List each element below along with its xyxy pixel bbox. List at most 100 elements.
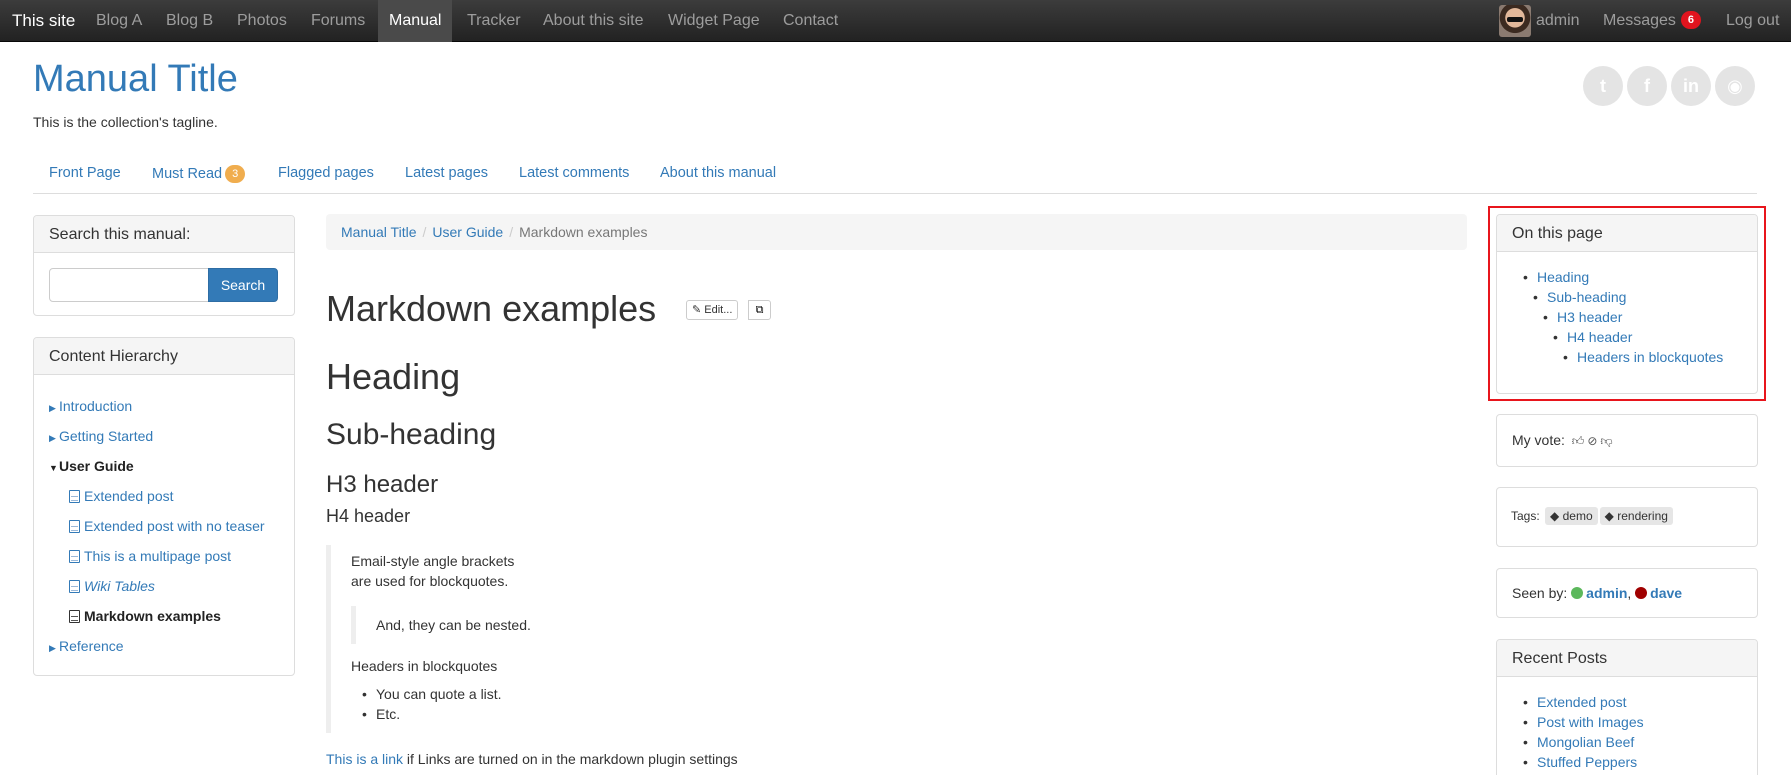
edit-button[interactable]: ✎ Edit... (686, 300, 739, 320)
facebook-icon[interactable]: f (1627, 66, 1667, 106)
recent-post-item[interactable]: Stuffed Peppers (1523, 754, 1637, 770)
tag-icon: ◆ (1604, 509, 1614, 523)
nav-blog-b[interactable]: Blog B (166, 0, 213, 42)
tree-item-label: Reference (59, 638, 124, 654)
tag-icon: ◆ (1550, 509, 1560, 523)
tag-rendering[interactable]: ◆ rendering (1599, 507, 1673, 525)
recent-post-item[interactable]: Mongolian Beef (1523, 734, 1634, 750)
seen-user-dave[interactable]: dave (1650, 585, 1682, 601)
twitter-icon[interactable]: t (1583, 66, 1623, 106)
tree-item-markdown-examples[interactable]: Markdown examples (69, 608, 221, 624)
document-icon (69, 490, 80, 503)
tree-item-label: Markdown examples (84, 608, 221, 624)
copy-button[interactable]: ⧉ (748, 300, 771, 320)
tree-item-reference[interactable]: ▶ Reference (49, 638, 124, 654)
document-icon (69, 580, 80, 593)
caret-right-icon: ▶ (49, 403, 56, 413)
heading-h3: H3 header (326, 471, 439, 498)
breadcrumb: Manual Title / User Guide / Markdown example… (326, 214, 1467, 250)
vote-label: My vote: (1512, 432, 1565, 448)
heading-h1: Heading (326, 356, 461, 397)
heading-h2: Sub-heading (326, 418, 497, 451)
vote-panel: My vote: 👍︎ ⊘ 👎︎ (1496, 414, 1758, 467)
tag-demo[interactable]: ◆ demo (1545, 507, 1598, 525)
nav-contact[interactable]: Contact (783, 0, 838, 42)
search-panel: Search this manual: Search (33, 215, 295, 316)
tree-item-label: Wiki Tables (84, 578, 155, 594)
thumbs-down-icon[interactable]: 👎︎ (1600, 434, 1612, 449)
nav-tracker[interactable]: Tracker (467, 0, 521, 42)
search-input[interactable] (49, 268, 209, 302)
nav-blog-a[interactable]: Blog A (96, 0, 142, 42)
subnav-latest-pages[interactable]: Latest pages (405, 165, 488, 181)
document-icon (69, 520, 80, 533)
breadcrumb-separator: / (509, 224, 514, 240)
nav-widget-page[interactable]: Widget Page (668, 0, 760, 42)
article-title: Markdown examples (326, 288, 657, 329)
caret-right-icon: ▶ (49, 643, 56, 653)
breadcrumb-manual-title[interactable]: Manual Title (341, 224, 416, 240)
subnav-latest-comments[interactable]: Latest comments (519, 165, 629, 181)
avatar[interactable] (1499, 5, 1531, 37)
messages-count-badge: 6 (1680, 11, 1701, 29)
messages-link[interactable]: Messages 6 (1603, 0, 1701, 42)
vote-row: My vote: 👍︎ ⊘ 👎︎ (1512, 432, 1613, 449)
messages-label: Messages (1603, 12, 1676, 29)
subnav-about-manual[interactable]: About this manual (660, 165, 776, 181)
linkedin-icon[interactable]: in (1671, 66, 1711, 106)
breadcrumb-user-guide[interactable]: User Guide (432, 224, 503, 240)
blockquote-line-1: Email-style angle brackets (351, 553, 515, 569)
subnav-front-page[interactable]: Front Page (49, 165, 121, 181)
thumbs-up-icon[interactable]: 👍︎ (1572, 434, 1585, 449)
user-menu-link[interactable]: admin (1536, 0, 1580, 42)
blockquote-list-item: You can quote a list. (362, 686, 502, 702)
highlight-box (1488, 206, 1766, 401)
link-paragraph: This is a link if Links are turned on in… (326, 751, 738, 767)
nav-about-site[interactable]: About this site (543, 0, 644, 42)
blockquote-list-item: Etc. (362, 706, 400, 722)
tree-item-user-guide[interactable]: ▼User Guide (49, 458, 134, 474)
tree-item-multipage-post[interactable]: This is a multipage post (69, 548, 231, 564)
heading-h4: H4 header (326, 506, 411, 526)
github-icon[interactable]: ◉ (1715, 66, 1755, 106)
nested-blockquote-text: And, they can be nested. (376, 617, 531, 633)
blockquote-heading: Headers in blockquotes (351, 658, 498, 674)
tree-item-getting-started[interactable]: ▶ Getting Started (49, 428, 153, 444)
tree-item-extended-post-no-teaser[interactable]: Extended post with no teaser (69, 518, 265, 534)
subnav-flagged-pages[interactable]: Flagged pages (278, 165, 374, 181)
document-icon (69, 610, 80, 623)
tagline: This is the collection's tagline. (33, 114, 218, 130)
neutral-vote-icon[interactable]: ⊘ (1587, 434, 1597, 448)
offline-status-dot (1635, 587, 1648, 599)
tree-item-label: This is a multipage post (84, 548, 232, 564)
tree-item-label: Getting Started (59, 428, 154, 444)
copy-icon: ⧉ (755, 304, 764, 316)
nav-forums[interactable]: Forums (311, 0, 365, 42)
link-paragraph-text: if Links are turned on in the markdown p… (406, 751, 738, 767)
tags-label: Tags: (1511, 509, 1540, 523)
seen-user-admin[interactable]: admin (1586, 585, 1627, 601)
pencil-icon: ✎ (692, 304, 702, 316)
tree-item-label: User Guide (59, 458, 134, 474)
nav-photos[interactable]: Photos (237, 0, 287, 42)
tree-item-extended-post[interactable]: Extended post (69, 488, 174, 504)
recent-post-item[interactable]: Extended post (1523, 694, 1626, 710)
recent-posts-heading: Recent Posts (1497, 640, 1757, 677)
search-panel-heading: Search this manual: (34, 216, 294, 253)
site-brand-link[interactable]: This site (12, 0, 75, 42)
tree-item-wiki-tables[interactable]: Wiki Tables (69, 578, 155, 594)
page-title[interactable]: Manual Title (33, 58, 238, 101)
must-read-count-badge: 3 (225, 165, 246, 183)
tree-item-introduction[interactable]: ▶ Introduction (49, 398, 132, 414)
content-hierarchy-panel: Content Hierarchy ▶ Introduction ▶ Getting… (33, 337, 295, 676)
top-navbar: This site Blog A Blog B Photos Forums Ma… (0, 0, 1791, 42)
example-link[interactable]: This is a link (326, 751, 403, 767)
nav-manual[interactable]: Manual (378, 0, 453, 42)
tag-label: rendering (1617, 509, 1668, 523)
logout-link[interactable]: Log out (1726, 0, 1779, 42)
subnav-must-read[interactable]: Must Read 3 (152, 165, 246, 183)
tree-item-label: Introduction (59, 398, 133, 414)
search-button[interactable]: Search (208, 268, 278, 302)
tree-item-label: Extended post with no teaser (84, 518, 265, 534)
recent-post-item[interactable]: Post with Images (1523, 714, 1644, 730)
